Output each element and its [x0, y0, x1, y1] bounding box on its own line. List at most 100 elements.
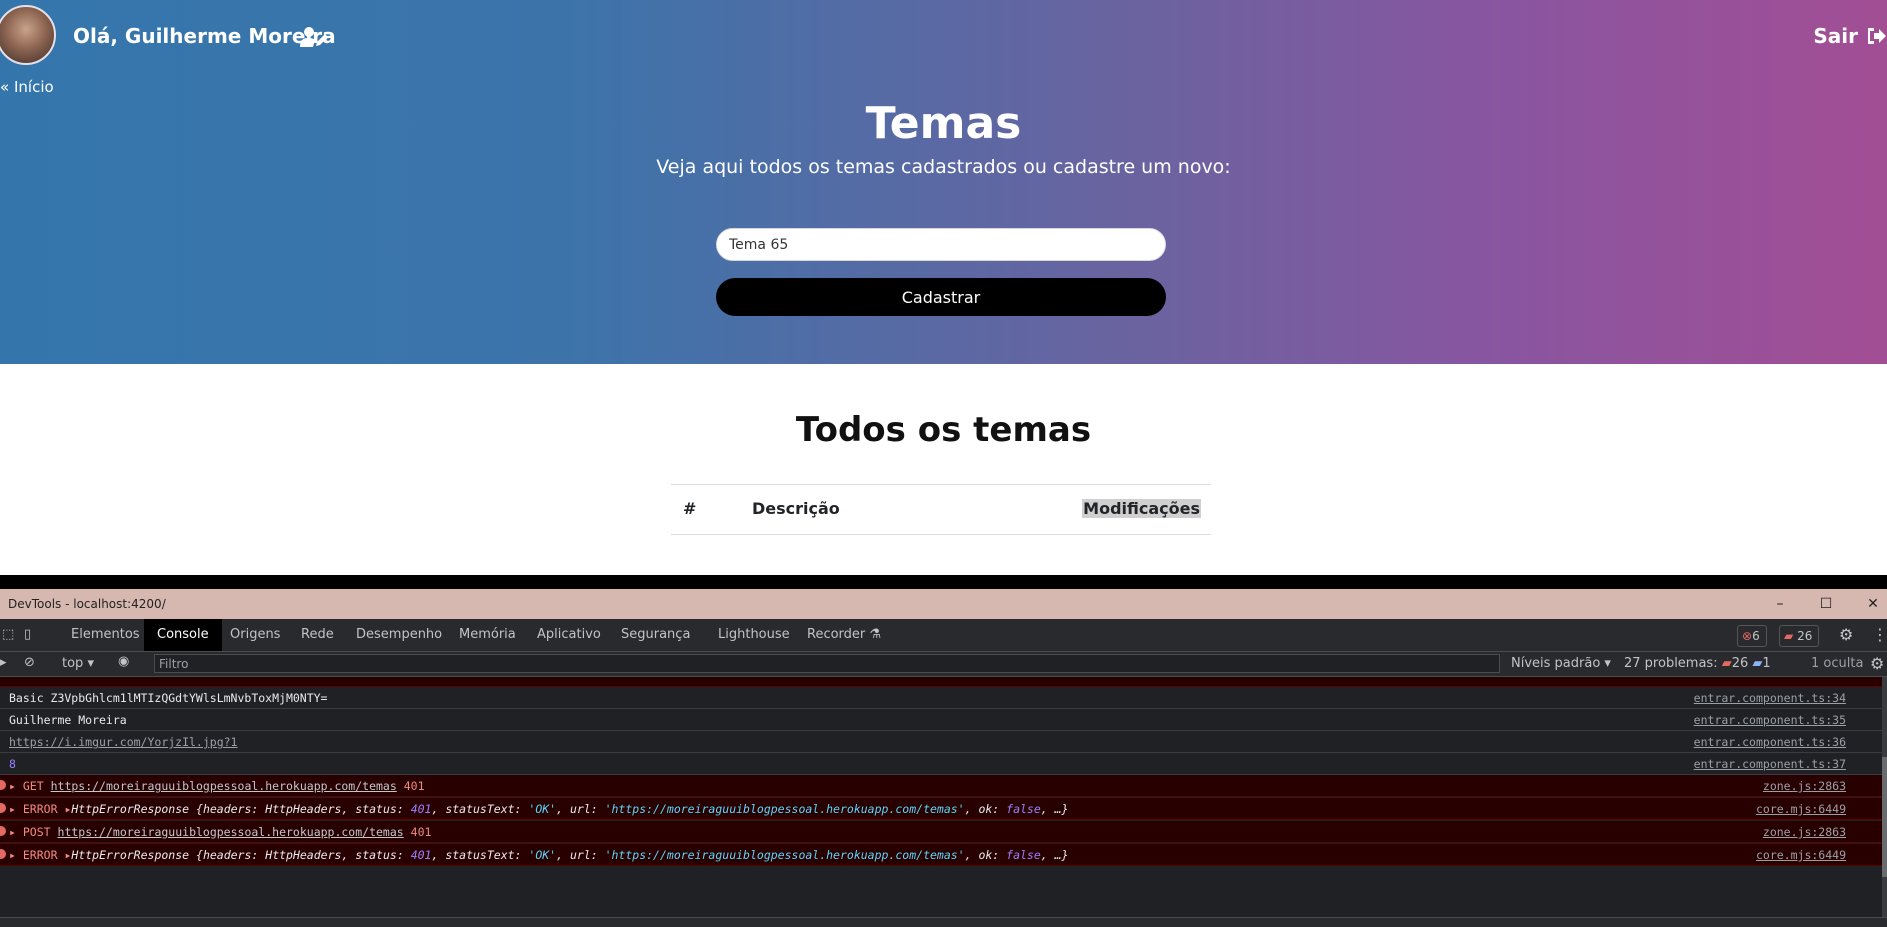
- avatar[interactable]: [0, 5, 56, 65]
- tab-console[interactable]: Console: [144, 619, 222, 651]
- edit-profile-icon[interactable]: [300, 26, 328, 48]
- home-link[interactable]: « Início: [0, 78, 54, 96]
- clear-console-icon[interactable]: ⊘: [24, 655, 35, 670]
- sidebar-toggle-icon[interactable]: ▸: [0, 655, 7, 670]
- tab-elementos[interactable]: Elementos: [71, 627, 140, 642]
- context-label: top: [62, 656, 84, 671]
- log-source-link[interactable]: zone.js:2863: [1763, 779, 1846, 793]
- error-label: ERROR: [22, 802, 58, 816]
- context-selector[interactable]: top ▾: [62, 656, 94, 671]
- tab-recorder-label: Recorder: [807, 627, 866, 642]
- error-icon: [0, 803, 6, 813]
- device-toolbar-icon[interactable]: ▯: [24, 627, 31, 642]
- error-label: ERROR: [22, 848, 58, 862]
- tab-aplicativo[interactable]: Aplicativo: [537, 627, 601, 642]
- log-source-link[interactable]: entrar.component.ts:36: [1694, 735, 1846, 749]
- problems-button[interactable]: 27 problemas: ▰26 ▰1: [1624, 656, 1771, 671]
- hidden-count: 1 oculta: [1811, 656, 1864, 671]
- devtools-tabbar: ⬚ ▯ Elementos Console Origens Rede Desem…: [0, 619, 1887, 652]
- log-message: ▸ GET https://moreiraguuiblogpessoal.her…: [9, 779, 425, 793]
- object-preview: {headers: HttpHeaders, status: 401, stat…: [196, 802, 1069, 816]
- tab-origens[interactable]: Origens: [230, 627, 280, 642]
- tema-input[interactable]: [716, 228, 1166, 261]
- expand-arrow-icon[interactable]: ▸: [9, 779, 16, 793]
- object-preview: {headers: HttpHeaders, status: 401, stat…: [196, 848, 1069, 862]
- logout-icon: [1868, 28, 1886, 44]
- console-row: 8 entrar.component.ts:37: [0, 753, 1882, 775]
- tab-lighthouse[interactable]: Lighthouse: [718, 627, 790, 642]
- maximize-icon[interactable]: ☐: [1816, 594, 1836, 614]
- console-scrollbar-thumb[interactable]: [1882, 757, 1887, 877]
- problems-errors-count: 26: [1731, 656, 1749, 671]
- error-icon: [0, 849, 6, 859]
- tab-desempenho[interactable]: Desempenho: [356, 627, 442, 642]
- console-toolbar: ▸ ⊘ top ▾ ◉ Níveis padrão ▾ 27 problemas…: [0, 652, 1887, 677]
- log-source-link[interactable]: core.mjs:6449: [1756, 802, 1846, 816]
- dropdown-arrow-icon: ▾: [87, 656, 94, 671]
- column-header-number: #: [683, 499, 697, 518]
- dropdown-arrow-icon: ▾: [1604, 656, 1611, 671]
- expand-arrow-icon[interactable]: ▸: [9, 802, 16, 816]
- log-source-link[interactable]: entrar.component.ts:35: [1694, 713, 1846, 727]
- temas-table-header: # Descrição Modificações: [671, 484, 1211, 535]
- log-number: 8: [9, 757, 16, 771]
- logout-label: Sair: [1813, 24, 1859, 48]
- footer-band: [0, 575, 1887, 589]
- inspect-icon[interactable]: ⬚: [2, 627, 14, 642]
- log-source-link[interactable]: core.mjs:6449: [1756, 848, 1846, 862]
- column-header-modificacoes: Modificações: [1082, 499, 1201, 518]
- logout-button[interactable]: Sair: [1813, 24, 1887, 48]
- settings-gear-icon[interactable]: ⚙: [1839, 625, 1853, 644]
- tab-seguranca[interactable]: Segurança: [621, 627, 690, 642]
- request-url[interactable]: https://moreiraguuiblogpessoal.herokuapp…: [58, 825, 404, 839]
- expand-arrow-icon[interactable]: ▸: [9, 825, 16, 839]
- console-row: Basic Z3VpbGhlcm1lMTIzQGdtYWlsLmNvbToxMj…: [0, 687, 1882, 709]
- tab-recorder[interactable]: Recorder ⚗: [807, 627, 881, 642]
- issue-icon: ▰: [1721, 656, 1732, 671]
- request-url[interactable]: https://moreiraguuiblogpessoal.herokuapp…: [51, 779, 397, 793]
- devtools-title: DevTools - localhost:4200/: [8, 597, 166, 611]
- errors-count: 6: [1752, 629, 1760, 643]
- column-header-descricao: Descrição: [752, 499, 840, 518]
- log-message: Basic Z3VpbGhlcm1lMTIzQGdtYWlsLmNvbToxMj…: [9, 691, 328, 705]
- info-icon: ▰: [1752, 656, 1763, 671]
- console-output[interactable]: Basic Z3VpbGhlcm1lMTIzQGdtYWlsLmNvbToxMj…: [0, 677, 1887, 917]
- section-title: Todos os temas: [795, 410, 1092, 450]
- http-status: 401: [410, 825, 432, 839]
- expand-arrow-icon[interactable]: ▸: [9, 848, 16, 862]
- problems-info-count: 1: [1762, 656, 1771, 671]
- console-row: [0, 677, 1882, 687]
- console-row-error: ▸ POST https://moreiraguuiblogpessoal.he…: [0, 821, 1882, 843]
- close-icon[interactable]: ✕: [1863, 594, 1883, 614]
- tab-rede[interactable]: Rede: [301, 627, 334, 642]
- console-settings-gear-icon[interactable]: ⚙: [1870, 654, 1884, 673]
- error-icon: [0, 826, 6, 836]
- more-menu-icon[interactable]: ⋮: [1872, 625, 1887, 644]
- error-icon: ⊗: [1742, 629, 1753, 643]
- greeting: Olá, Guilherme Moreira: [73, 24, 336, 48]
- console-row-error: ▸ GET https://moreiraguuiblogpessoal.her…: [0, 775, 1882, 797]
- issues-count: 26: [1797, 629, 1813, 643]
- log-message: ▸ POST https://moreiraguuiblogpessoal.he…: [9, 825, 431, 839]
- object-type: HttpErrorResponse: [71, 848, 190, 862]
- issues-badge[interactable]: ▰ 26: [1779, 625, 1820, 647]
- console-row-error: ▸ ERROR ▸HttpErrorResponse {headers: Htt…: [0, 844, 1882, 866]
- log-source-link[interactable]: entrar.component.ts:34: [1694, 691, 1846, 705]
- cadastrar-button[interactable]: Cadastrar: [716, 278, 1166, 316]
- object-type: HttpErrorResponse: [71, 802, 190, 816]
- issue-icon: ▰: [1784, 629, 1794, 643]
- devtools-titlebar: DevTools - localhost:4200/ – ☐ ✕: [0, 589, 1887, 619]
- errors-badge[interactable]: ⊗6: [1737, 625, 1767, 647]
- minimize-icon[interactable]: –: [1770, 594, 1790, 614]
- tab-memoria[interactable]: Memória: [459, 627, 516, 642]
- log-source-link[interactable]: entrar.component.ts:37: [1694, 757, 1846, 771]
- flask-icon: ⚗: [869, 627, 882, 642]
- live-expression-eye-icon[interactable]: ◉: [118, 654, 129, 669]
- log-levels-dropdown[interactable]: Níveis padrão ▾: [1511, 656, 1611, 671]
- log-link[interactable]: https://i.imgur.com/YorjzIl.jpg?1: [9, 735, 237, 749]
- log-message: ▸ ERROR ▸HttpErrorResponse {headers: Htt…: [9, 802, 1068, 816]
- hero-banner: Olá, Guilherme Moreira Sair « Início Tem…: [0, 0, 1887, 364]
- log-message: ▸ ERROR ▸HttpErrorResponse {headers: Htt…: [9, 848, 1068, 862]
- filter-input[interactable]: [154, 654, 1500, 673]
- log-source-link[interactable]: zone.js:2863: [1763, 825, 1846, 839]
